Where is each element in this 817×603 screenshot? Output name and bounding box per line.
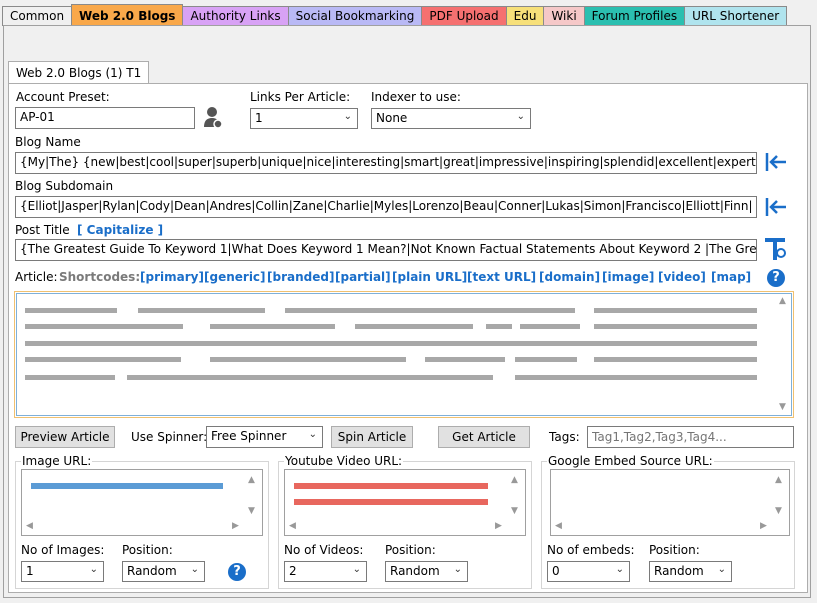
shortcode-branded[interactable]: [branded] xyxy=(267,270,334,284)
post-title-label: Post Title xyxy=(15,223,70,237)
account-preset-input[interactable]: AP-01 xyxy=(15,107,195,129)
scroll-right-icon[interactable]: ▶ xyxy=(495,521,502,531)
shortcode-domain[interactable]: [domain] xyxy=(539,270,600,284)
shortcode-plain-url[interactable]: [plain URL] xyxy=(392,270,467,284)
use-spinner-label: Use Spinner: xyxy=(131,430,208,444)
images-count-select[interactable]: 1 ⌄ xyxy=(21,561,104,582)
blog-name-label: Blog Name xyxy=(15,135,81,149)
chevron-down-icon: ⌄ xyxy=(516,111,525,122)
scroll-right-icon[interactable]: ▶ xyxy=(760,521,767,531)
text-tools-icon[interactable] xyxy=(763,236,787,262)
scroll-left-icon[interactable]: ◀ xyxy=(289,521,296,531)
get-article-button[interactable]: Get Article xyxy=(438,426,530,448)
links-per-article-label: Links Per Article: xyxy=(250,90,351,104)
tab-web20-blogs[interactable]: Web 2.0 Blogs xyxy=(71,4,184,26)
image-url-label: Image URL: xyxy=(21,454,93,468)
scroll-up-icon[interactable]: ▲ xyxy=(248,475,255,485)
scroll-up-icon[interactable]: ▲ xyxy=(779,296,786,306)
help-icon[interactable]: ? xyxy=(767,269,785,287)
videos-count-label: No of Videos: xyxy=(284,543,364,557)
indexer-label: Indexer to use: xyxy=(371,90,461,104)
embed-url-textarea[interactable] xyxy=(550,469,790,536)
user-settings-icon[interactable] xyxy=(202,105,224,129)
embed-url-label: Google Embed Source URL: xyxy=(547,454,714,468)
chevron-down-icon: ⌄ xyxy=(615,564,624,575)
help-icon[interactable]: ? xyxy=(228,563,246,581)
scroll-up-icon[interactable]: ▲ xyxy=(511,475,518,485)
links-per-article-select[interactable]: 1 ⌄ xyxy=(250,108,358,129)
chevron-down-icon: ⌄ xyxy=(717,564,726,575)
tags-label: Tags: xyxy=(549,430,580,444)
capitalize-link[interactable]: [ Capitalize ] xyxy=(77,223,163,237)
embed-position-label: Position: xyxy=(649,543,700,557)
module-tab-bar: Common Web 2.0 Blogs Authority Links Soc… xyxy=(2,4,788,26)
chevron-down-icon: ⌄ xyxy=(352,564,361,575)
scroll-up-icon[interactable]: ▲ xyxy=(775,475,782,485)
embeds-count-select[interactable]: 0 ⌄ xyxy=(547,561,630,582)
chevron-down-icon: ⌄ xyxy=(453,564,462,575)
video-position-label: Position: xyxy=(385,543,436,557)
shortcode-primary[interactable]: [primary] xyxy=(140,270,204,284)
tab-edu[interactable]: Edu xyxy=(505,6,545,26)
scroll-down-icon[interactable]: ▼ xyxy=(511,506,518,516)
scroll-down-icon[interactable]: ▼ xyxy=(248,506,255,516)
embeds-count-label: No of embeds: xyxy=(547,543,635,557)
shortcode-image[interactable]: [image] xyxy=(602,270,654,284)
spinner-select[interactable]: Free Spinner ⌄ xyxy=(206,426,323,448)
image-position-select[interactable]: Random ⌄ xyxy=(122,561,205,582)
indexer-select[interactable]: None ⌄ xyxy=(371,108,531,129)
scroll-left-icon[interactable]: ◀ xyxy=(26,521,33,531)
shortcode-map[interactable]: [map] xyxy=(711,270,751,284)
chevron-down-icon: ⌄ xyxy=(308,429,317,440)
chevron-down-icon: ⌄ xyxy=(89,564,98,575)
scroll-left-icon[interactable]: ◀ xyxy=(555,521,562,531)
scroll-down-icon[interactable]: ▼ xyxy=(779,402,786,412)
images-count-label: No of Images: xyxy=(21,543,105,557)
chevron-down-icon: ⌄ xyxy=(343,111,352,122)
youtube-url-label: Youtube Video URL: xyxy=(284,454,404,468)
tags-input[interactable] xyxy=(587,426,794,448)
subtab-web20-t1[interactable]: Web 2.0 Blogs (1) T1 xyxy=(8,61,150,83)
scroll-right-icon[interactable]: ▶ xyxy=(232,521,239,531)
image-position-label: Position: xyxy=(122,543,173,557)
image-url-textarea[interactable] xyxy=(21,469,263,536)
shortcode-generic[interactable]: [generic] xyxy=(204,270,266,284)
shortcode-partial[interactable]: [partial] xyxy=(335,270,391,284)
tab-social-bookmarking[interactable]: Social Bookmarking xyxy=(287,6,423,26)
tab-forum-profiles[interactable]: Forum Profiles xyxy=(583,6,686,26)
shortcode-video[interactable]: [video] xyxy=(658,270,706,284)
article-label: Article: xyxy=(15,270,58,284)
shortcode-text-url[interactable]: [text URL] xyxy=(467,270,536,284)
post-title-input[interactable]: {The Greatest Guide To Keyword 1|What Do… xyxy=(15,239,757,261)
preview-article-button[interactable]: Preview Article xyxy=(15,426,115,448)
arrow-left-icon[interactable] xyxy=(764,150,788,174)
tab-common[interactable]: Common xyxy=(2,6,73,26)
arrow-left-icon[interactable] xyxy=(764,195,788,219)
blog-subdomain-label: Blog Subdomain xyxy=(15,179,114,193)
tab-authority-links[interactable]: Authority Links xyxy=(182,6,289,26)
blog-name-input[interactable]: {My|The} {new|best|cool|super|superb|uni… xyxy=(15,152,757,174)
chevron-down-icon: ⌄ xyxy=(190,564,199,575)
blog-subdomain-input[interactable]: {Elliot|Jasper|Rylan|Cody|Dean|Andres|Co… xyxy=(15,196,757,218)
embed-position-select[interactable]: Random ⌄ xyxy=(649,561,732,582)
spin-article-button[interactable]: Spin Article xyxy=(331,426,413,448)
shortcodes-label: Shortcodes: xyxy=(59,270,141,284)
tab-url-shortener[interactable]: URL Shortener xyxy=(684,6,788,26)
scroll-down-icon[interactable]: ▼ xyxy=(775,506,782,516)
tab-wiki[interactable]: Wiki xyxy=(543,6,585,26)
videos-count-select[interactable]: 2 ⌄ xyxy=(284,561,367,582)
tab-pdf-upload[interactable]: PDF Upload xyxy=(421,6,507,26)
account-preset-label: Account Preset: xyxy=(16,90,110,104)
video-position-select[interactable]: Random ⌄ xyxy=(385,561,468,582)
